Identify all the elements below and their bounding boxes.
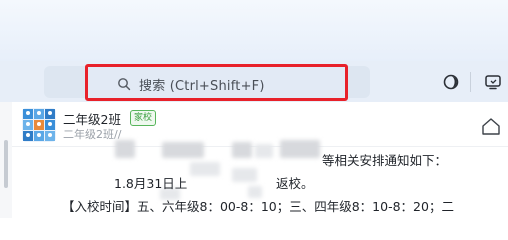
- group-type-badge: 家校: [130, 110, 157, 126]
- redacted-block: [280, 140, 320, 158]
- search-placeholder: 搜索 (Ctrl+Shift+F): [139, 79, 265, 94]
- screen-share-button[interactable]: [480, 69, 506, 95]
- group-avatar[interactable]: [22, 108, 56, 142]
- redacted-block: [255, 144, 273, 158]
- scrollbar-thumb[interactable]: [4, 140, 8, 188]
- window-title-bar: [0, 0, 508, 61]
- redacted-block: [190, 162, 220, 176]
- search-input[interactable]: 搜索 (Ctrl+Shift+F): [85, 64, 348, 101]
- half-moon-icon: [443, 74, 459, 90]
- group-avatar-icon: [22, 108, 56, 142]
- redacted-block: [115, 140, 135, 158]
- group-subtitle: 二年级2班//: [63, 128, 122, 141]
- redacted-block: [232, 142, 252, 158]
- status-toggle-button[interactable]: [438, 69, 464, 95]
- redacted-block: [162, 142, 204, 158]
- message-line: 【入校时间】五、六年级8：00-8：10；三、四年级8：10-8：20；二: [62, 199, 454, 214]
- home-icon[interactable]: [480, 116, 502, 136]
- search-icon: [118, 78, 131, 91]
- monitor-icon: [485, 75, 501, 90]
- message-line: 等相关安排通知如下：: [322, 153, 448, 168]
- message-line: 返校。: [276, 176, 314, 191]
- toolbar-separator: [470, 72, 471, 92]
- message-line: 1.8月31日上: [114, 176, 188, 191]
- redacted-block: [232, 168, 257, 182]
